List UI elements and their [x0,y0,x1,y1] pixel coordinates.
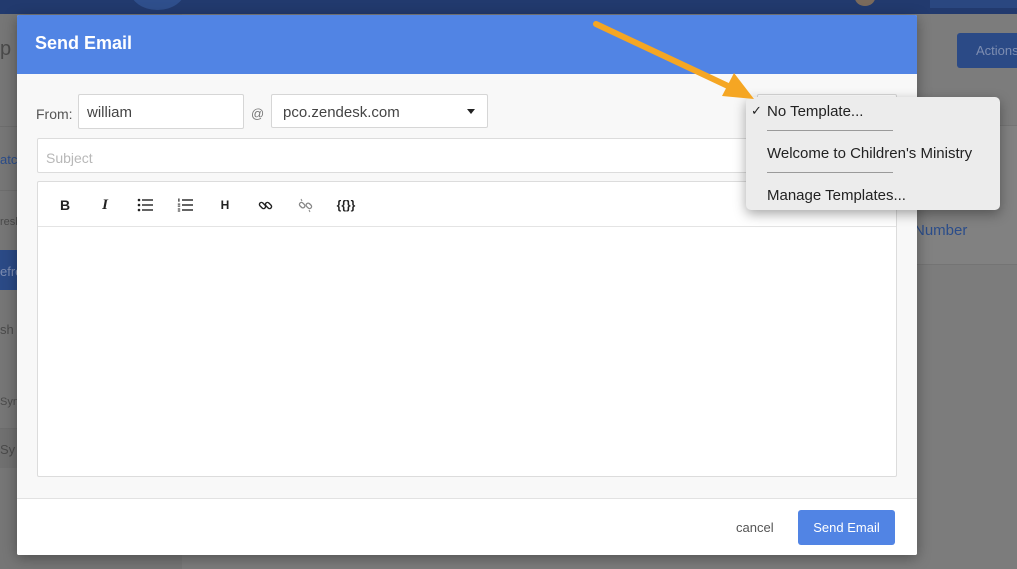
annotation-arrow-icon [593,21,754,99]
